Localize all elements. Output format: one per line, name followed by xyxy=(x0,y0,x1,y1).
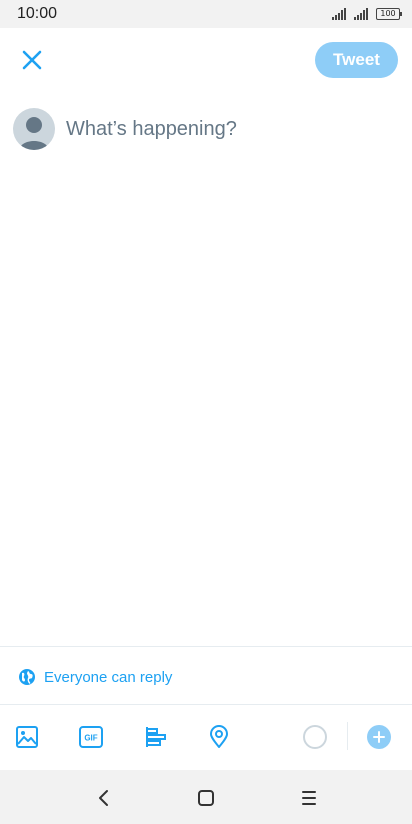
back-icon xyxy=(99,790,108,806)
compose-input[interactable] xyxy=(66,114,386,144)
reply-setting-label: Everyone can reply xyxy=(44,668,173,686)
close-button[interactable] xyxy=(18,46,46,74)
close-icon xyxy=(22,50,42,70)
globe-icon xyxy=(19,669,35,685)
add-image-button[interactable] xyxy=(14,724,40,750)
system-nav-bar xyxy=(0,770,412,824)
menu-icon xyxy=(302,791,316,805)
battery-icon: 100 xyxy=(376,8,402,20)
home-button[interactable] xyxy=(194,786,218,810)
toolbar-separator xyxy=(347,722,348,750)
add-tweet-button[interactable] xyxy=(367,725,391,749)
home-icon xyxy=(198,790,214,806)
divider-top xyxy=(0,646,412,647)
battery-level: 100 xyxy=(380,9,396,18)
add-gif-button[interactable]: GIF xyxy=(78,724,104,750)
gif-icon: GIF xyxy=(79,726,103,748)
status-time: 10:00 xyxy=(17,5,58,22)
plus-icon xyxy=(373,731,385,743)
divider-bottom xyxy=(0,704,412,705)
image-icon xyxy=(16,726,38,748)
menu-button[interactable] xyxy=(297,786,321,810)
status-bar: 10:00 100 xyxy=(0,0,412,28)
svg-text:GIF: GIF xyxy=(84,734,97,743)
add-poll-button[interactable] xyxy=(143,724,169,750)
reply-setting-button[interactable]: Everyone can reply xyxy=(18,666,172,688)
back-button[interactable] xyxy=(92,786,116,810)
status-icons: 100 xyxy=(332,7,402,21)
default-avatar-icon xyxy=(19,117,49,150)
poll-icon xyxy=(146,727,166,747)
signal-icon xyxy=(332,8,346,20)
location-icon xyxy=(210,725,228,748)
tweet-button[interactable]: Tweet xyxy=(315,42,398,78)
signal-icon xyxy=(354,8,368,20)
add-location-button[interactable] xyxy=(206,724,232,750)
avatar[interactable] xyxy=(13,108,55,150)
character-counter xyxy=(303,725,327,749)
